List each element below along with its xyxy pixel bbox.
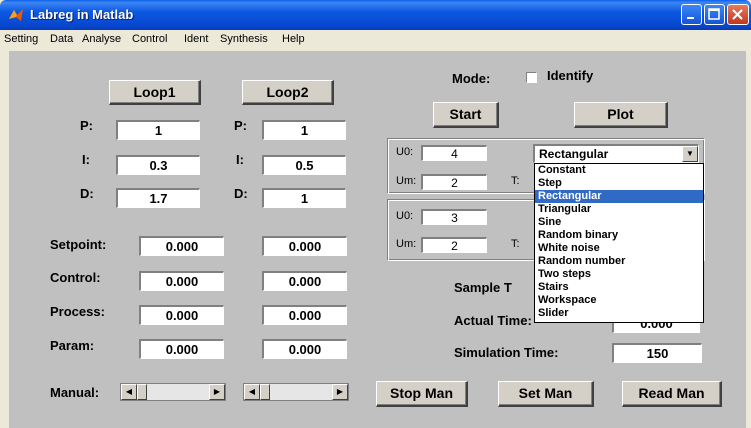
menu-analyse[interactable]: Analyse xyxy=(82,33,121,45)
setpoint-loop2-field[interactable]: 0.000 xyxy=(262,236,347,256)
mode-label: Mode: xyxy=(452,71,491,86)
gen2-um-label: Um: xyxy=(396,238,417,250)
menu-synthesis[interactable]: Synthesis xyxy=(220,33,268,45)
loop2-i-label: I: xyxy=(236,152,244,167)
param-loop1-field[interactable]: 0.000 xyxy=(139,339,224,359)
dropdown-option[interactable]: Step xyxy=(535,177,703,190)
dropdown-option[interactable]: Sine xyxy=(535,216,703,229)
dropdown-option[interactable]: Slider xyxy=(535,307,703,320)
loop1-d-field[interactable]: 1.7 xyxy=(116,188,200,208)
start-button[interactable]: Start xyxy=(433,102,499,128)
gen1-um-field[interactable]: 2 xyxy=(421,174,487,190)
loop2-p-field[interactable]: 1 xyxy=(262,120,346,140)
control-label: Control: xyxy=(50,270,101,285)
gen1-um-label: Um: xyxy=(396,175,417,187)
slider-left-arrow-icon[interactable]: ◀ xyxy=(244,384,260,400)
menu-ident[interactable]: Ident xyxy=(184,33,208,45)
loop2-d-field[interactable]: 1 xyxy=(262,188,346,208)
actual-time-label: Actual Time: xyxy=(454,313,532,328)
gen2-t-label: T: xyxy=(511,238,520,250)
dropdown-option[interactable]: Stairs xyxy=(535,281,703,294)
gen1-u0-label: U0: xyxy=(396,146,414,158)
control-loop2-field[interactable]: 0.000 xyxy=(262,271,347,291)
setpoint-loop1-field[interactable]: 0.000 xyxy=(139,236,224,256)
dropdown-option[interactable]: Triangular xyxy=(535,203,703,216)
window-title: Labreg in Matlab xyxy=(30,7,134,22)
loop1-button[interactable]: Loop1 xyxy=(109,80,201,105)
gen2-um-field[interactable]: 2 xyxy=(421,237,487,253)
loop2-d-label: D: xyxy=(234,186,248,201)
menu-help[interactable]: Help xyxy=(282,33,305,45)
plot-button[interactable]: Plot xyxy=(574,102,668,128)
slider-right-arrow-icon[interactable]: ▶ xyxy=(209,384,225,400)
menu-control[interactable]: Control xyxy=(132,33,167,45)
dropdown-option[interactable]: Rectangular xyxy=(535,190,703,203)
dropdown-option[interactable]: Two steps xyxy=(535,268,703,281)
gen2-u0-label: U0: xyxy=(396,210,414,222)
param-label: Param: xyxy=(50,338,95,353)
process-loop1-field[interactable]: 0.000 xyxy=(139,305,224,325)
slider-thumb[interactable] xyxy=(137,384,147,400)
maximize-button[interactable] xyxy=(704,4,725,25)
stop-man-button[interactable]: Stop Man xyxy=(376,381,468,407)
loop1-d-label: D: xyxy=(80,186,94,201)
param-loop2-field[interactable]: 0.000 xyxy=(262,339,347,359)
loop2-button[interactable]: Loop2 xyxy=(242,80,334,105)
identify-checkbox[interactable] xyxy=(526,72,537,83)
loop1-p-label: P: xyxy=(80,118,93,133)
gen1-u0-field[interactable]: 4 xyxy=(421,145,487,161)
simulation-time-field[interactable]: 150 xyxy=(612,343,702,363)
loop2-p-label: P: xyxy=(234,118,247,133)
dropdown-option[interactable]: White noise xyxy=(535,242,703,255)
menu-bar: Setting Data Analyse Control Ident Synth… xyxy=(0,30,751,50)
simulation-time-label: Simulation Time: xyxy=(454,345,559,360)
matlab-app-icon xyxy=(8,7,24,23)
dropdown-option[interactable]: Workspace xyxy=(535,294,703,307)
dropdown-option[interactable]: Random binary xyxy=(535,229,703,242)
loop1-i-label: I: xyxy=(82,152,90,167)
read-man-button[interactable]: Read Man xyxy=(622,381,722,407)
waveform-dropdown-list: Constant Step Rectangular Triangular Sine Ran… xyxy=(534,163,704,323)
process-loop2-field[interactable]: 0.000 xyxy=(262,305,347,325)
slider-right-arrow-icon[interactable]: ▶ xyxy=(332,384,348,400)
gen1-t-label: T: xyxy=(511,175,520,187)
set-man-button[interactable]: Set Man xyxy=(498,381,594,407)
slider-thumb[interactable] xyxy=(260,384,270,400)
control-loop1-field[interactable]: 0.000 xyxy=(139,271,224,291)
minimize-icon xyxy=(687,17,694,19)
dropdown-option[interactable]: Constant xyxy=(535,164,703,177)
chevron-down-icon[interactable]: ▼ xyxy=(682,146,698,162)
dropdown-option[interactable]: Random number xyxy=(535,255,703,268)
close-button[interactable] xyxy=(727,4,749,25)
close-icon xyxy=(732,9,743,20)
setpoint-label: Setpoint: xyxy=(50,237,107,252)
loop2-i-field[interactable]: 0.5 xyxy=(262,155,346,175)
process-label: Process: xyxy=(50,304,105,319)
slider-left-arrow-icon[interactable]: ◀ xyxy=(121,384,137,400)
minimize-button[interactable] xyxy=(681,4,702,25)
menu-setting[interactable]: Setting xyxy=(4,33,38,45)
manual-label: Manual: xyxy=(50,385,100,400)
identify-label: Identify xyxy=(547,68,594,83)
sample-time-label: Sample T xyxy=(454,280,512,295)
manual-slider-loop1[interactable]: ◀ ▶ xyxy=(120,383,226,401)
menu-data[interactable]: Data xyxy=(50,33,73,45)
maximize-icon xyxy=(708,8,720,20)
loop1-p-field[interactable]: 1 xyxy=(116,120,200,140)
waveform-select[interactable]: Rectangular xyxy=(533,144,699,163)
loop1-i-field[interactable]: 0.3 xyxy=(116,155,200,175)
gen2-u0-field[interactable]: 3 xyxy=(421,209,487,225)
manual-slider-loop2[interactable]: ◀ ▶ xyxy=(243,383,349,401)
